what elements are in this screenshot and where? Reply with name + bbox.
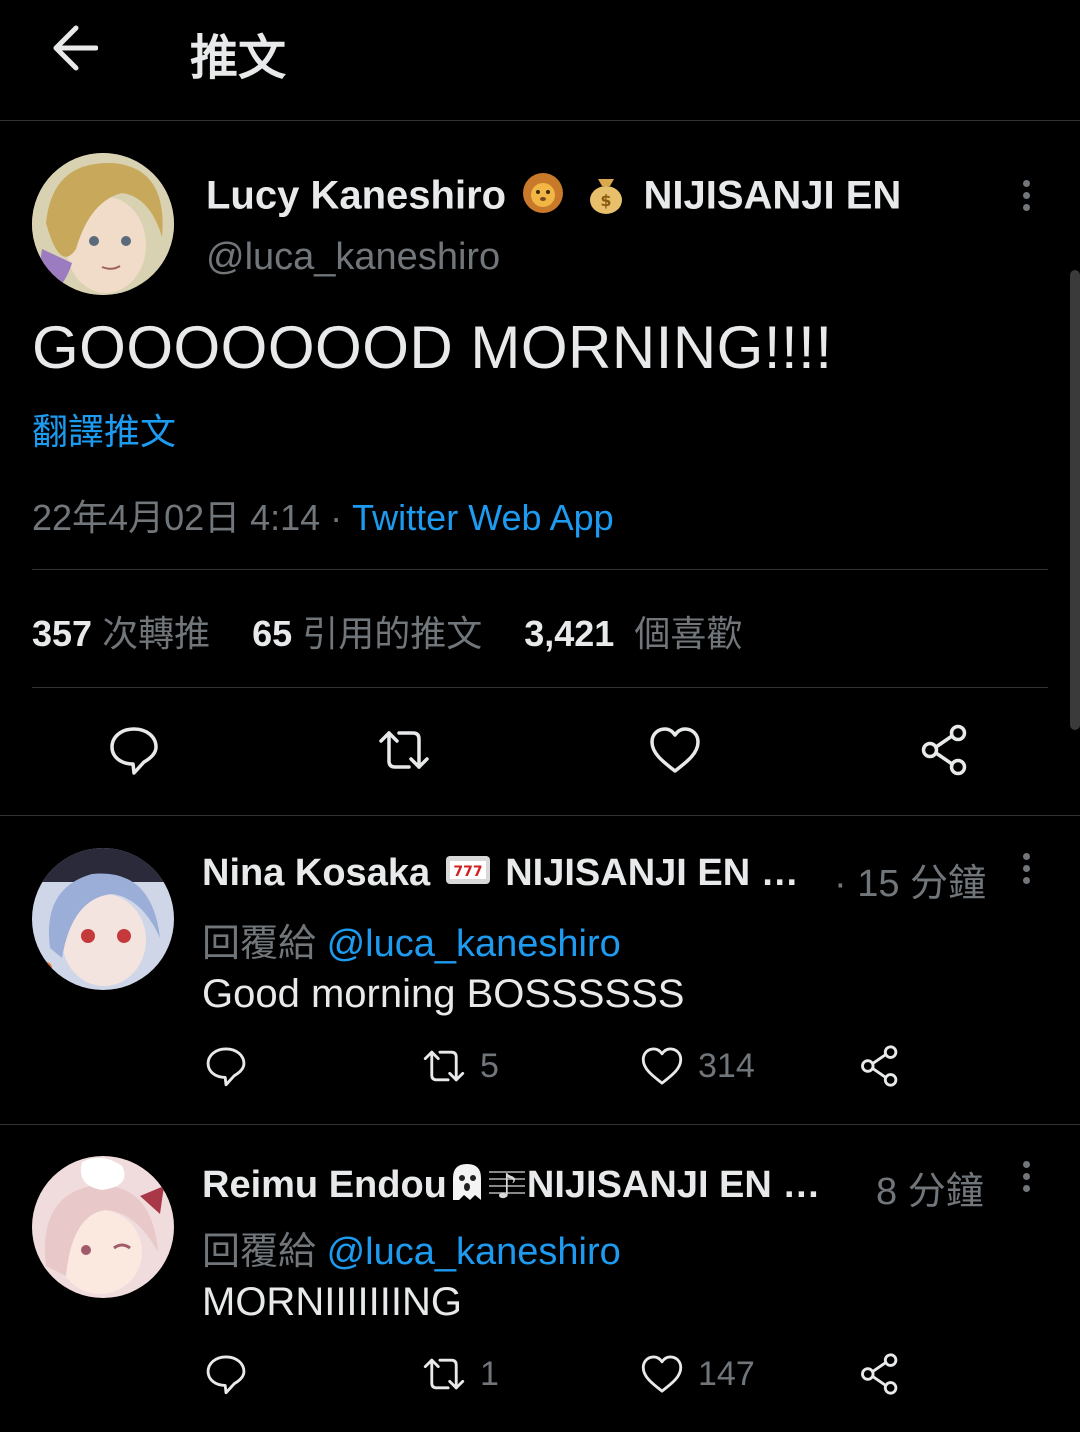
reply-tweet[interactable]: Nina Kosaka 777 NIJISANJI EN … · 15 分鐘 回… xyxy=(0,816,1080,1125)
likes-count: 3,421 xyxy=(524,613,615,654)
retweet-button[interactable]: 1 xyxy=(422,1352,499,1396)
author-handle[interactable]: @luca_kaneshiro xyxy=(206,236,500,279)
author-affiliation[interactable]: NIJISANJI EN … xyxy=(505,852,799,894)
retweets-stat[interactable]: 357 次轉推 xyxy=(32,605,210,657)
retweet-button[interactable]: 5 xyxy=(422,1044,499,1088)
reply-button[interactable] xyxy=(204,1044,248,1088)
retweet-icon xyxy=(379,731,429,769)
quotes-label: 引用的推文 xyxy=(302,613,483,654)
author-name-row[interactable]: Nina Kosaka 777 NIJISANJI EN … xyxy=(202,852,799,898)
author-name[interactable]: Nina Kosaka xyxy=(202,852,430,894)
like-count: 314 xyxy=(698,1046,755,1085)
tweet-timestamp[interactable]: 22年4月02日 4:14 · xyxy=(32,497,352,538)
avatar[interactable] xyxy=(32,153,174,295)
author-affiliation[interactable]: NIJISANJI EN xyxy=(643,174,901,218)
more-options-icon[interactable] xyxy=(1016,848,1036,888)
like-count: 147 xyxy=(698,1354,755,1393)
money-bag-icon: $ xyxy=(584,171,628,225)
retweet-count: 1 xyxy=(480,1354,499,1393)
back-arrow-icon[interactable] xyxy=(50,22,99,74)
retweet-icon xyxy=(423,1050,465,1082)
retweet-count: 5 xyxy=(480,1046,499,1085)
svg-text:♪: ♪ xyxy=(496,1167,518,1204)
quotes-count: 65 xyxy=(252,613,293,654)
slot-machine-icon: 777 xyxy=(445,852,491,898)
tweet-text: GOOOOOOOD MORNING!!!! xyxy=(32,314,833,381)
share-icon xyxy=(861,1353,898,1395)
top-bar: 推文 xyxy=(0,0,1080,121)
reply-icon xyxy=(206,1047,246,1087)
translate-tweet-link[interactable]: 翻譯推文 xyxy=(32,403,176,455)
reply-time[interactable]: 8 分鐘 xyxy=(876,1160,984,1215)
retweet-icon xyxy=(423,1358,465,1390)
share-button[interactable] xyxy=(918,723,972,777)
more-options-icon[interactable] xyxy=(1016,1156,1036,1196)
divider xyxy=(32,687,1048,688)
reply-button[interactable] xyxy=(204,1352,248,1396)
author-name-row[interactable]: Lucy Kaneshiro $ NIJISANJI EN xyxy=(206,171,901,225)
svg-text:777: 777 xyxy=(453,864,482,880)
author-name[interactable]: Reimu Endou xyxy=(202,1164,447,1206)
reply-icon xyxy=(206,1355,246,1395)
like-icon xyxy=(641,1355,683,1393)
reply-text: MORNIIIIIIING xyxy=(202,1280,462,1324)
retweet-button[interactable] xyxy=(377,723,431,777)
more-options-icon[interactable] xyxy=(1016,175,1036,215)
reply-icon xyxy=(110,727,158,775)
reply-prefix: 回覆給 xyxy=(202,923,317,965)
reply-button[interactable] xyxy=(107,723,161,777)
share-button[interactable] xyxy=(858,1352,902,1396)
share-icon xyxy=(861,1045,898,1087)
avatar[interactable] xyxy=(32,1156,174,1298)
author-name-row[interactable]: Reimu Endou ♪ NIJISANJI EN … xyxy=(202,1160,820,1214)
likes-stat[interactable]: 3,421 個喜歡 xyxy=(524,605,742,657)
main-tweet: Lucy Kaneshiro $ NIJISANJI EN @luca_kane… xyxy=(0,121,1080,816)
like-icon xyxy=(641,1047,683,1085)
like-button[interactable] xyxy=(648,723,702,777)
avatar[interactable] xyxy=(32,848,174,990)
like-icon xyxy=(650,727,700,773)
share-icon xyxy=(921,724,967,776)
page-title: 推文 xyxy=(190,32,287,85)
retweets-count: 357 xyxy=(32,613,93,654)
reply-to-line: 回覆給 @luca_kaneshiro xyxy=(202,1220,621,1275)
reply-tweet[interactable]: Reimu Endou ♪ NIJISANJI EN … 8 分鐘 回覆給 @l… xyxy=(0,1124,1080,1432)
reply-to-handle[interactable]: @luca_kaneshiro xyxy=(327,923,621,965)
tweet-stats: 357 次轉推 65 引用的推文 3,421 個喜歡 xyxy=(32,605,774,657)
reply-to-line: 回覆給 @luca_kaneshiro xyxy=(202,912,621,967)
tweet-metadata: 22年4月02日 4:14 · Twitter Web App xyxy=(32,489,614,541)
svg-text:$: $ xyxy=(601,191,612,210)
author-affiliation[interactable]: NIJISANJI EN … xyxy=(527,1164,821,1206)
music-score-icon: ♪ xyxy=(487,1160,527,1214)
ghost-icon xyxy=(447,1160,487,1214)
likes-label: 個喜歡 xyxy=(634,613,743,654)
quotes-stat[interactable]: 65 引用的推文 xyxy=(252,605,482,657)
reply-text: Good morning BOSSSSSS xyxy=(202,972,685,1016)
reply-prefix: 回覆給 xyxy=(202,1231,317,1273)
tweet-source-link[interactable]: Twitter Web App xyxy=(352,497,613,538)
reply-time[interactable]: · 15 分鐘 xyxy=(834,852,986,907)
like-button[interactable]: 314 xyxy=(640,1044,755,1088)
reply-to-handle[interactable]: @luca_kaneshiro xyxy=(327,1231,621,1273)
like-button[interactable]: 147 xyxy=(640,1352,755,1396)
lion-icon xyxy=(521,171,565,225)
retweets-label: 次轉推 xyxy=(102,613,211,654)
share-button[interactable] xyxy=(858,1044,902,1088)
divider xyxy=(32,569,1048,570)
author-name[interactable]: Lucy Kaneshiro xyxy=(206,174,506,218)
